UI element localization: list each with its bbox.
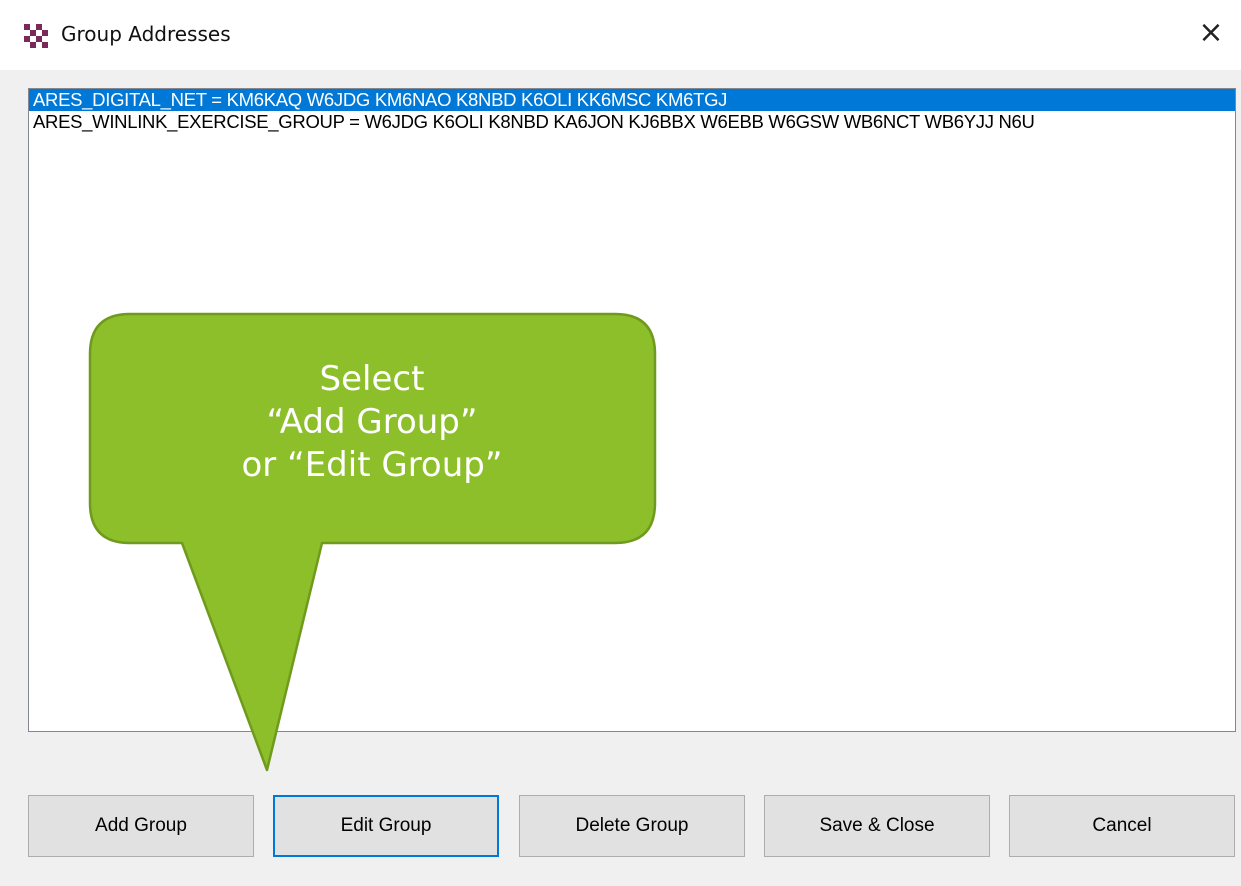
add-group-button[interactable]: Add Group: [28, 795, 254, 857]
save-close-button[interactable]: Save & Close: [764, 795, 990, 857]
window-title: Group Addresses: [61, 22, 231, 46]
list-item[interactable]: ARES_WINLINK_EXERCISE_GROUP = W6JDG K6OL…: [29, 111, 1235, 133]
cancel-button[interactable]: Cancel: [1009, 795, 1235, 857]
delete-group-button[interactable]: Delete Group: [519, 795, 745, 857]
edit-group-button[interactable]: Edit Group: [273, 795, 499, 857]
checkered-app-icon: [24, 24, 48, 48]
group-list[interactable]: ARES_DIGITAL_NET = KM6KAQ W6JDG KM6NAO K…: [28, 88, 1236, 732]
close-icon[interactable]: ×: [1181, 10, 1241, 56]
list-item[interactable]: ARES_DIGITAL_NET = KM6KAQ W6JDG KM6NAO K…: [29, 89, 1235, 111]
title-bar: Group Addresses ×: [0, 0, 1241, 70]
